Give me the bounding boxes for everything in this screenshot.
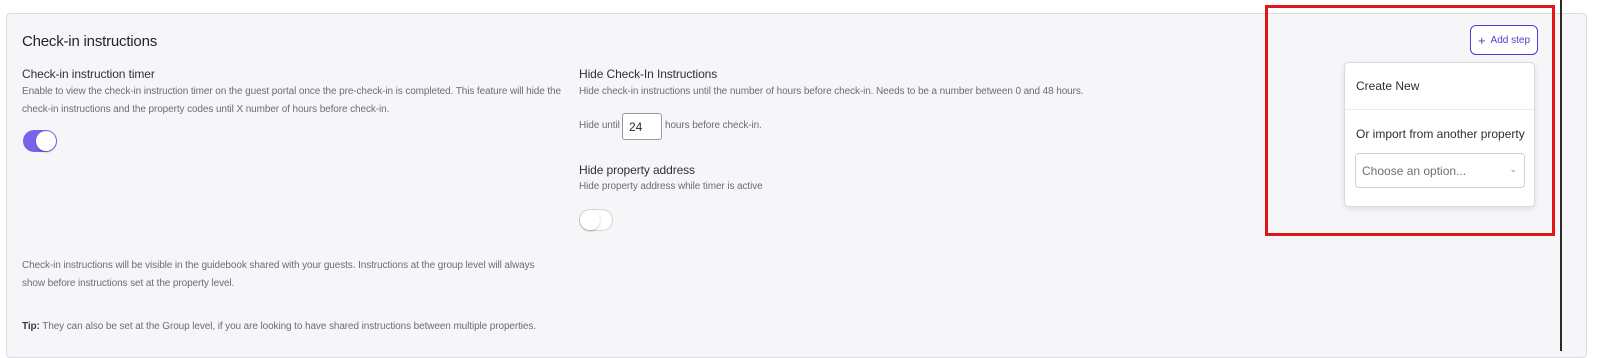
add-step-dropdown: Create New Or import from another proper… <box>1344 62 1535 207</box>
add-step-button[interactable]: + Add step <box>1470 25 1538 55</box>
timer-toggle[interactable] <box>23 130 57 152</box>
chevron-down-icon: ⌄ <box>1509 164 1517 174</box>
create-new-option[interactable]: Create New <box>1356 79 1419 93</box>
add-step-label: Add step <box>1490 34 1531 46</box>
hide-until-suffix: hours before check-in. <box>665 120 762 131</box>
dropdown-divider <box>1345 109 1534 110</box>
visibility-note-line2: show before instructions set at the prop… <box>22 278 235 289</box>
window-edge <box>1560 0 1562 351</box>
hide-address-label: Hide property address <box>579 163 695 177</box>
timer-description-line1: Enable to view the check-in instruction … <box>22 86 561 97</box>
hide-instructions-description: Hide check-in instructions until the num… <box>579 86 1084 97</box>
section-title: Check-in instructions <box>22 33 158 50</box>
tip-label: Tip: <box>22 321 40 332</box>
hours-input[interactable] <box>622 113 662 140</box>
property-select[interactable]: Choose an option... ⌄ <box>1355 153 1525 188</box>
hide-address-toggle[interactable] <box>579 209 613 231</box>
timer-description-line2: check-in instructions and the property c… <box>22 104 390 115</box>
hide-instructions-label: Hide Check-In Instructions <box>579 67 718 81</box>
toggle-knob <box>580 210 600 230</box>
tip-note: Tip: They can also be set at the Group l… <box>22 318 536 336</box>
hide-address-description: Hide property address while timer is act… <box>579 181 763 192</box>
import-label: Or import from another property <box>1356 127 1525 141</box>
property-select-placeholder: Choose an option... <box>1362 164 1467 178</box>
tip-text: They can also be set at the Group level,… <box>39 321 536 332</box>
plus-icon: + <box>1477 32 1486 48</box>
toggle-knob <box>36 131 56 151</box>
hide-until-prefix: Hide until <box>579 120 620 131</box>
timer-label: Check-in instruction timer <box>22 67 155 81</box>
visibility-note-line1: Check-in instructions will be visible in… <box>22 260 535 271</box>
